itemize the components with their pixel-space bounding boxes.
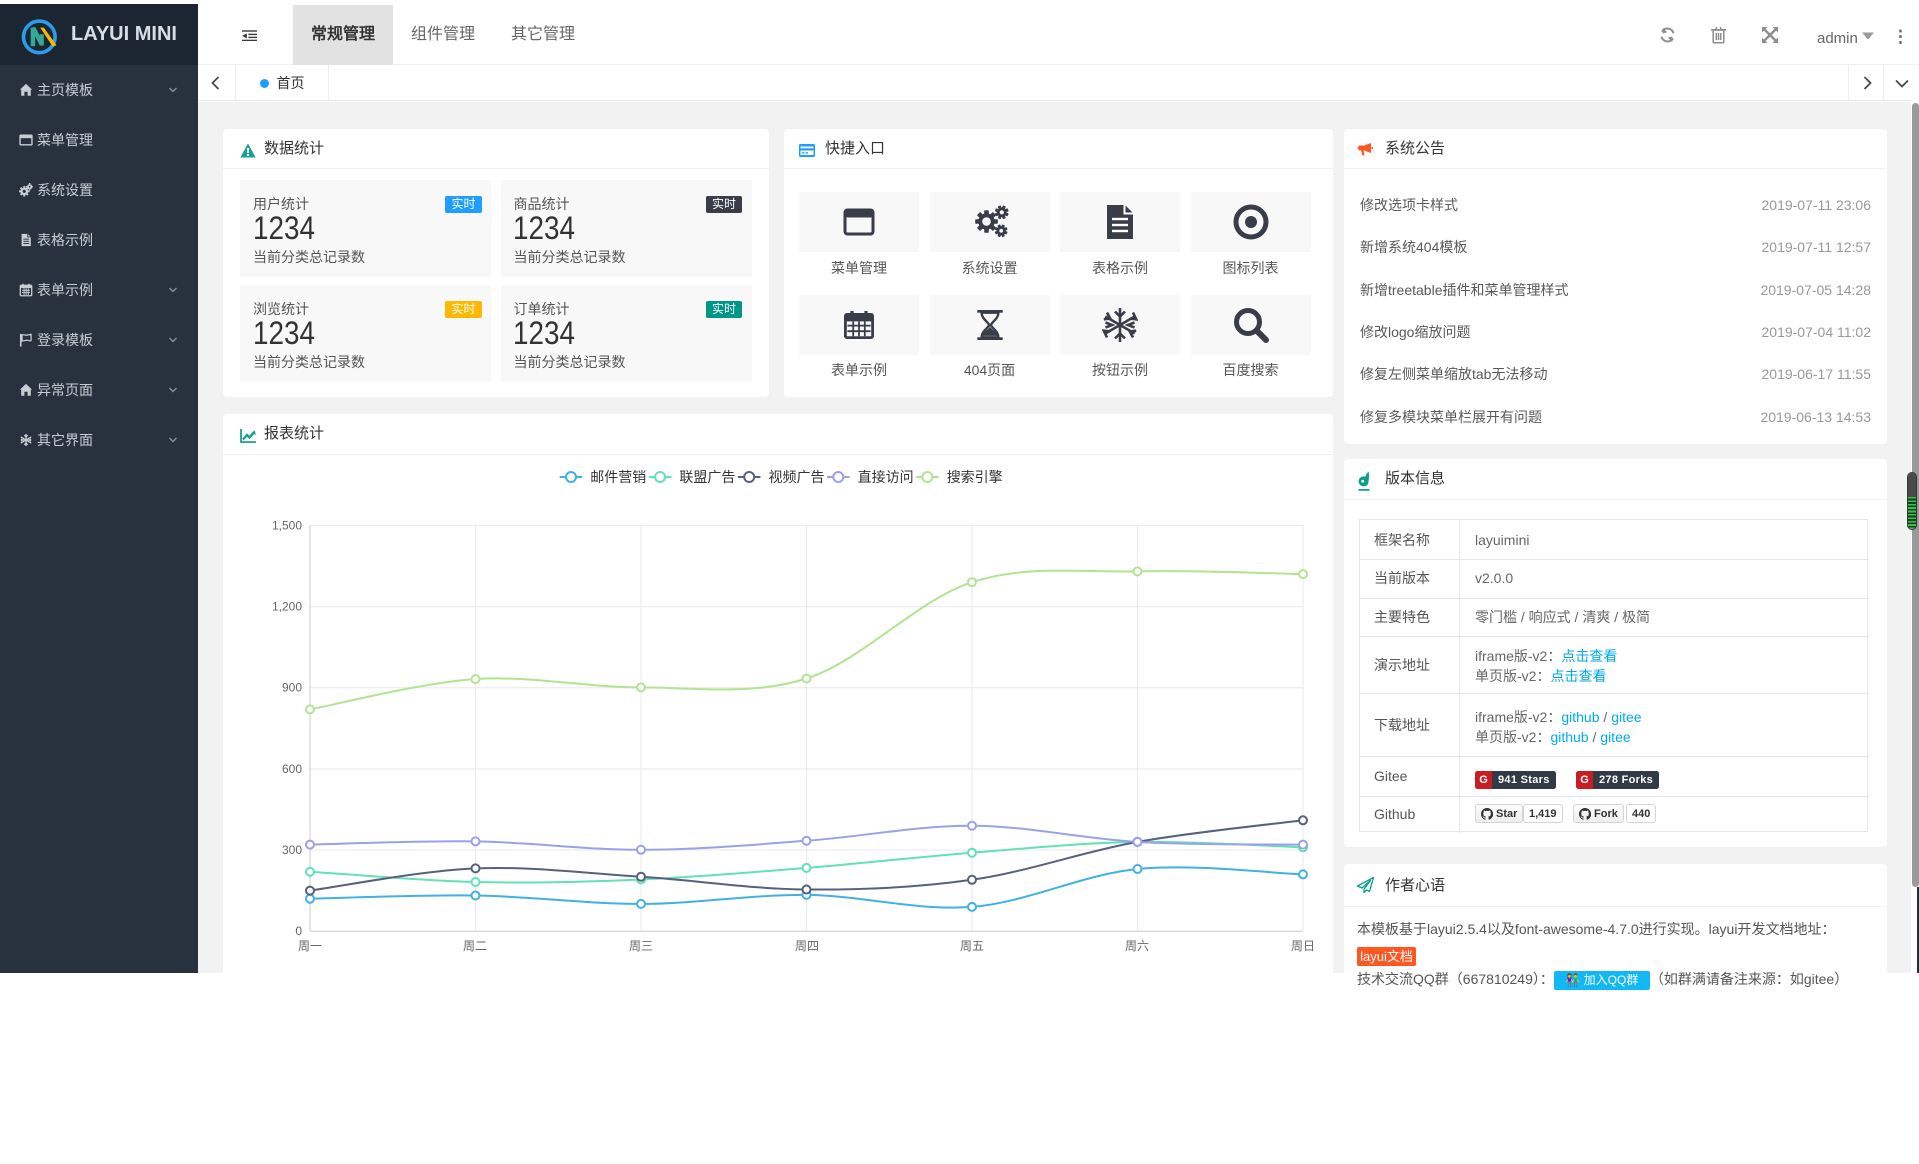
svg-text:周五: 周五 <box>960 939 984 953</box>
svg-text:联盟广告: 联盟广告 <box>679 469 735 485</box>
svg-text:0: 0 <box>295 924 302 938</box>
svg-text:周四: 周四 <box>795 939 819 953</box>
svg-text:邮件营销: 邮件营销 <box>590 469 646 485</box>
svg-text:周一: 周一 <box>298 939 322 953</box>
svg-text:视频广告: 视频广告 <box>769 469 825 485</box>
svg-text:周二: 周二 <box>463 939 487 953</box>
svg-text:直接访问: 直接访问 <box>858 469 914 485</box>
svg-text:搜索引擎: 搜索引擎 <box>947 469 1003 485</box>
svg-text:1,200: 1,200 <box>272 600 302 614</box>
svg-text:周三: 周三 <box>629 939 653 953</box>
svg-text:600: 600 <box>282 762 302 776</box>
svg-text:1,500: 1,500 <box>272 518 302 532</box>
svg-text:300: 300 <box>282 843 302 857</box>
svg-text:周六: 周六 <box>1125 939 1149 953</box>
svg-text:900: 900 <box>282 681 302 695</box>
svg-text:周日: 周日 <box>1291 939 1315 953</box>
